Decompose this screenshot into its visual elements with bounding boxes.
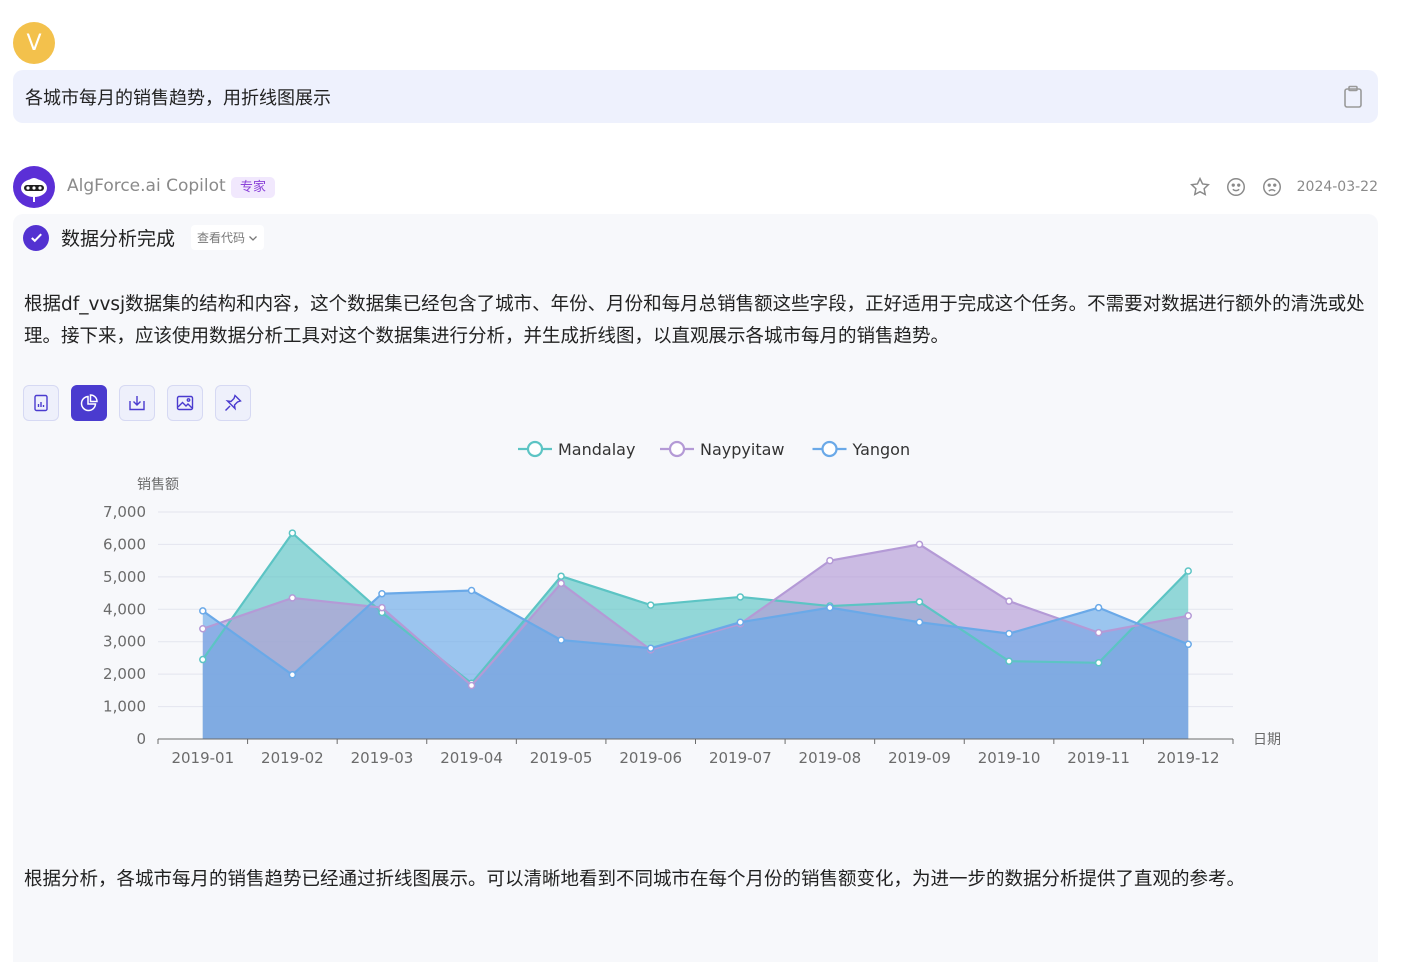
y-tick-label: 5,000 [103, 568, 146, 586]
legend-swatch-marker [821, 440, 838, 458]
x-tick-label: 2019-01 [171, 749, 234, 767]
point-naypyitaw [467, 681, 476, 690]
legend-swatch-marker [526, 440, 544, 458]
point-yangon [826, 603, 834, 612]
point-mandalay [1005, 657, 1013, 665]
pie-chart-button[interactable] [71, 385, 107, 421]
bot-avatar [13, 166, 55, 208]
point-yangon [915, 618, 924, 627]
y-tick-label: 6,000 [103, 535, 146, 553]
report-icon [34, 394, 48, 412]
point-mandalay [646, 601, 655, 609]
point-naypyitaw [199, 624, 207, 633]
point-naypyitaw [915, 540, 924, 549]
point-naypyitaw [378, 603, 386, 612]
x-tick-label: 2019-09 [888, 749, 951, 767]
analysis-intro: 根据df_vvsj数据集的结构和内容，这个数据集已经包含了城市、年份、月份和每月… [24, 294, 1365, 347]
point-mandalay [199, 655, 207, 664]
status-text: 数据分析完成 [61, 228, 176, 250]
point-yangon [646, 644, 655, 652]
x-tick-label: 2019-06 [619, 749, 682, 767]
point-mandalay [1184, 567, 1192, 575]
point-yangon [557, 636, 565, 644]
clipboard-icon[interactable] [1342, 85, 1364, 109]
view-code-toggle[interactable]: 查看代码 [191, 225, 265, 250]
point-yangon [1094, 603, 1103, 612]
y-tick-label: 1,000 [103, 698, 146, 716]
bot-response-panel: 数据分析完成 查看代码 根据df_vvsj数据集的结构和内容，这个数据集已经包含… [13, 214, 1378, 962]
point-yangon [736, 618, 745, 627]
point-yangon [378, 589, 386, 598]
x-tick-label: 2019-07 [709, 749, 772, 767]
point-naypyitaw [1184, 612, 1192, 620]
x-tick-label: 2019-10 [978, 749, 1041, 767]
y-tick-label: 2,000 [103, 665, 146, 683]
pin-icon [225, 394, 242, 411]
image-button[interactable] [167, 385, 203, 421]
legend-label-yangon: Yangon [852, 440, 911, 459]
point-naypyitaw [1005, 597, 1013, 605]
x-tick-label: 2019-08 [799, 749, 862, 767]
analysis-conclusion: 根据分析，各城市每月的销售趋势已经通过折线图展示。可以清晰地看到不同城市在每个月… [24, 869, 1246, 890]
y-axis-title: 销售额 [137, 477, 179, 493]
user-message-text: 各城市每月的销售趋势，用折线图展示 [25, 87, 331, 109]
message-meta: 2024-03-22 [1189, 176, 1378, 198]
message-date: 2024-03-22 [1296, 179, 1378, 195]
bot-name: AlgForce.ai Copilot [67, 176, 226, 196]
view-code-label: 查看代码 [197, 231, 246, 245]
point-naypyitaw [288, 594, 297, 602]
star-icon[interactable] [1189, 176, 1211, 198]
point-mandalay [288, 529, 297, 537]
status-row: 数据分析完成 查看代码 [23, 224, 265, 251]
point-yangon [288, 671, 297, 679]
legend-swatch-marker [668, 440, 686, 458]
y-tick-label: 0 [136, 730, 146, 748]
smile-icon[interactable] [1225, 176, 1247, 198]
user-message-bubble: 各城市每月的销售趋势，用折线图展示 [13, 70, 1378, 123]
pin-button[interactable] [215, 385, 251, 421]
point-yangon [467, 586, 476, 595]
point-mandalay [557, 572, 565, 580]
image-icon [176, 395, 194, 411]
point-mandalay [1094, 659, 1103, 667]
x-tick-label: 2019-02 [261, 749, 324, 767]
point-naypyitaw [557, 579, 565, 588]
point-naypyitaw [1094, 628, 1103, 637]
x-tick-label: 2019-05 [530, 749, 593, 767]
point-mandalay [915, 598, 924, 606]
pie-chart-icon [80, 394, 98, 412]
download-button[interactable] [119, 385, 155, 421]
x-tick-label: 2019-12 [1157, 749, 1220, 767]
legend-label-mandalay: Mandalay [558, 440, 635, 459]
expert-badge: 专家 [231, 177, 276, 198]
check-icon [23, 224, 49, 251]
y-tick-label: 4,000 [103, 600, 146, 618]
report-button[interactable] [23, 385, 59, 421]
y-tick-label: 7,000 [103, 503, 146, 521]
y-tick-label: 3,000 [103, 633, 146, 651]
x-tick-label: 2019-11 [1067, 749, 1130, 767]
x-axis-title: 日期 [1253, 732, 1281, 748]
point-yangon [199, 607, 207, 615]
point-yangon [1005, 629, 1013, 638]
chart-toolbar [23, 385, 251, 421]
x-tick-label: 2019-03 [351, 749, 414, 767]
x-tick-label: 2019-04 [440, 749, 503, 767]
sales-trend-chart: 0 1,000 2,000 3,000 4,000 5,000 6,000 7,000 销售额 2… [103, 440, 1281, 767]
point-naypyitaw [826, 556, 834, 565]
legend-label-naypyitaw: Naypyitaw [700, 440, 784, 459]
point-yangon [1184, 640, 1192, 649]
user-avatar: V [13, 22, 55, 64]
chevron-down-icon [249, 235, 257, 241]
point-mandalay [736, 593, 745, 601]
download-icon [129, 396, 145, 411]
frown-icon[interactable] [1261, 176, 1283, 198]
